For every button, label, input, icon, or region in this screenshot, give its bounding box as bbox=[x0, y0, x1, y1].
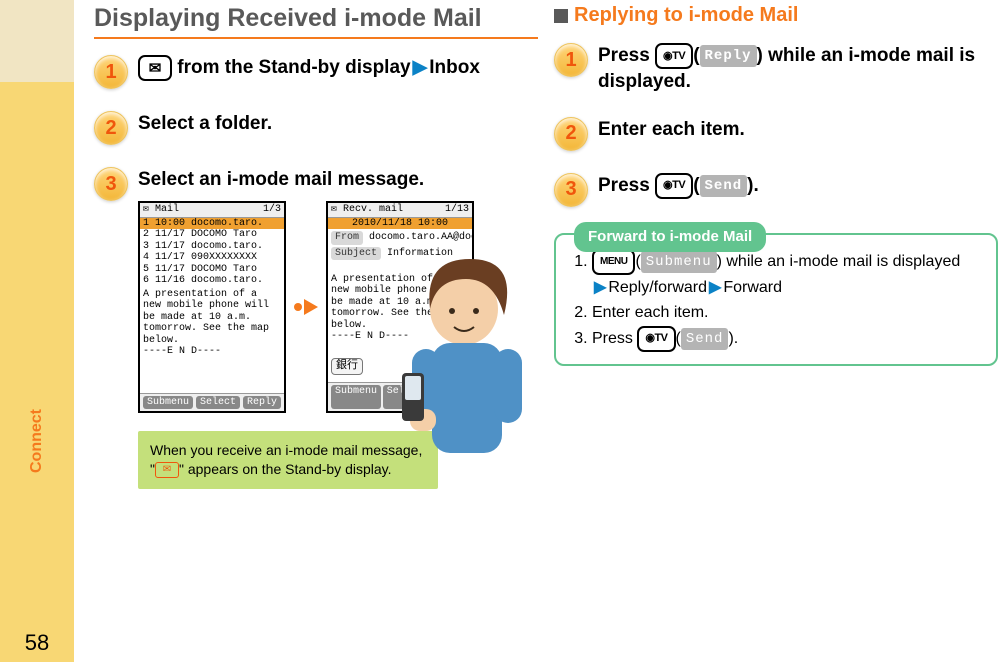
step-badge: 3 bbox=[94, 167, 128, 201]
step-pre: Press bbox=[598, 175, 655, 196]
mail-date: 2010/11/18 10:00 bbox=[328, 218, 472, 230]
softkey-right: Reply bbox=[243, 396, 281, 410]
margin-top-block bbox=[0, 0, 74, 82]
section-side-label: Connect bbox=[28, 409, 46, 473]
camera-tv-key-icon: ◉TV bbox=[655, 43, 693, 69]
mail-key-icon: ✉ bbox=[138, 55, 172, 81]
step-body: Press ◉TV(Send). bbox=[598, 173, 998, 199]
mail-from: From docomo.taro.AA@docom bbox=[328, 229, 472, 245]
softkeys: Submenu Select Reply bbox=[140, 393, 284, 412]
transition-arrow bbox=[294, 299, 318, 315]
list-item: 2 11/17 DOCOMO Taro bbox=[140, 229, 284, 241]
softkey-mid: Select bbox=[196, 396, 240, 410]
step-body: Select an i-mode mail message. bbox=[138, 167, 538, 193]
arrow-icon: ▶ bbox=[592, 279, 608, 296]
arrow-icon: ▶ bbox=[707, 279, 723, 296]
right-title: Replying to i-mode Mail bbox=[574, 4, 798, 27]
softkey-left: Submenu bbox=[143, 396, 193, 410]
margin-bottom-block: 58 bbox=[0, 540, 74, 662]
forward-step-2: Enter each item. bbox=[592, 300, 982, 326]
step-body: Press ◉TV(Reply) while an i-mode mail is… bbox=[598, 43, 998, 95]
forward-step-1: MENU(Submenu) while an i-mode mail is di… bbox=[592, 249, 982, 301]
list-item: 6 11/16 docomo.taro. bbox=[140, 275, 284, 287]
person-illustration bbox=[372, 253, 542, 493]
fwd3-pre: Press bbox=[592, 330, 637, 347]
list-item: 5 11/17 DOCOMO Taro bbox=[140, 264, 284, 276]
left-margin: Connect 58 bbox=[0, 0, 74, 662]
tip-row: When you receive an i-mode mail message,… bbox=[138, 431, 538, 489]
menu-key-icon: MENU bbox=[592, 249, 635, 275]
list-item: 1 10:00 docomo.taro. bbox=[140, 218, 284, 230]
forward-panel: Forward to i-mode Mail MENU(Submenu) whi… bbox=[554, 233, 998, 366]
step-badge: 2 bbox=[94, 111, 128, 145]
forward-steps: MENU(Submenu) while an i-mode mail is di… bbox=[570, 249, 982, 352]
mail-small-icon: ✉ bbox=[155, 462, 179, 478]
fwd3-post: . bbox=[734, 330, 738, 347]
soft-send-button: Send bbox=[681, 328, 729, 350]
camera-tv-key-icon: ◉TV bbox=[655, 173, 693, 199]
arrow-icon: ▶ bbox=[411, 57, 430, 78]
page: Connect 58 Displaying Received i-mode Ma… bbox=[0, 0, 1004, 662]
tip-text-post: " appears on the Stand-by display. bbox=[179, 461, 392, 477]
forward-title: Forward to i-mode Mail bbox=[574, 222, 766, 252]
soft-reply-button: Reply bbox=[700, 45, 757, 67]
step-badge: 1 bbox=[554, 43, 588, 77]
right-column: Replying to i-mode Mail 1 Press ◉TV(Repl… bbox=[554, 4, 998, 662]
margin-mid-block: Connect bbox=[0, 82, 74, 540]
fwd1-a2: Forward bbox=[723, 279, 782, 296]
fwd1-a1: Reply/forward bbox=[608, 279, 707, 296]
right-step-2: 2 Enter each item. bbox=[554, 117, 998, 151]
right-title-row: Replying to i-mode Mail bbox=[554, 4, 998, 27]
camera-tv-key-icon: ◉TV bbox=[637, 326, 675, 352]
step-badge: 3 bbox=[554, 173, 588, 207]
soft-submenu-button: Submenu bbox=[641, 251, 717, 273]
phone-titlebar: ✉ Recv. mail 1/13 bbox=[328, 203, 472, 218]
right-step-3: 3 Press ◉TV(Send). bbox=[554, 173, 998, 207]
list-item: 4 11/17 090XXXXXXXX bbox=[140, 252, 284, 264]
forward-step-3: Press ◉TV(Send). bbox=[592, 326, 982, 352]
step-body: Select a folder. bbox=[138, 111, 538, 137]
right-step-1: 1 Press ◉TV(Reply) while an i-mode mail … bbox=[554, 43, 998, 95]
left-step-3: 3 Select an i-mode mail message. bbox=[94, 167, 538, 201]
step-text: from the Stand-by display bbox=[177, 57, 410, 78]
dot-icon bbox=[294, 303, 302, 311]
step-body: Enter each item. bbox=[598, 117, 998, 143]
step-badge: 1 bbox=[94, 55, 128, 89]
left-column: Displaying Received i-mode Mail 1 ✉ from… bbox=[94, 4, 538, 662]
left-title: Displaying Received i-mode Mail bbox=[94, 4, 538, 39]
page-number: 58 bbox=[25, 630, 49, 662]
left-step-2: 2 Select a folder. bbox=[94, 111, 538, 145]
mail-preview: A presentation of a new mobile phone wil… bbox=[140, 287, 284, 393]
triangle-icon bbox=[304, 299, 318, 315]
phone-mail-list: ✉ Mail 1/3 1 10:00 docomo.taro. 2 11/17 … bbox=[138, 201, 286, 413]
square-bullet-icon bbox=[554, 9, 568, 23]
soft-send-button: Send bbox=[700, 175, 748, 197]
phone-titlebar: ✉ Mail 1/3 bbox=[140, 203, 284, 218]
step-pre: Press bbox=[598, 45, 655, 66]
step-body: ✉ from the Stand-by display▶Inbox bbox=[138, 55, 538, 81]
left-step-1: 1 ✉ from the Stand-by display▶Inbox bbox=[94, 55, 538, 89]
jp-chip: 銀行 bbox=[331, 358, 363, 375]
step-badge: 2 bbox=[554, 117, 588, 151]
fwd1-post: while an i-mode mail is displayed bbox=[722, 253, 960, 270]
step-dest: Inbox bbox=[429, 57, 480, 78]
content-area: Displaying Received i-mode Mail 1 ✉ from… bbox=[74, 0, 1004, 662]
list-item: 3 11/17 docomo.taro. bbox=[140, 241, 284, 253]
